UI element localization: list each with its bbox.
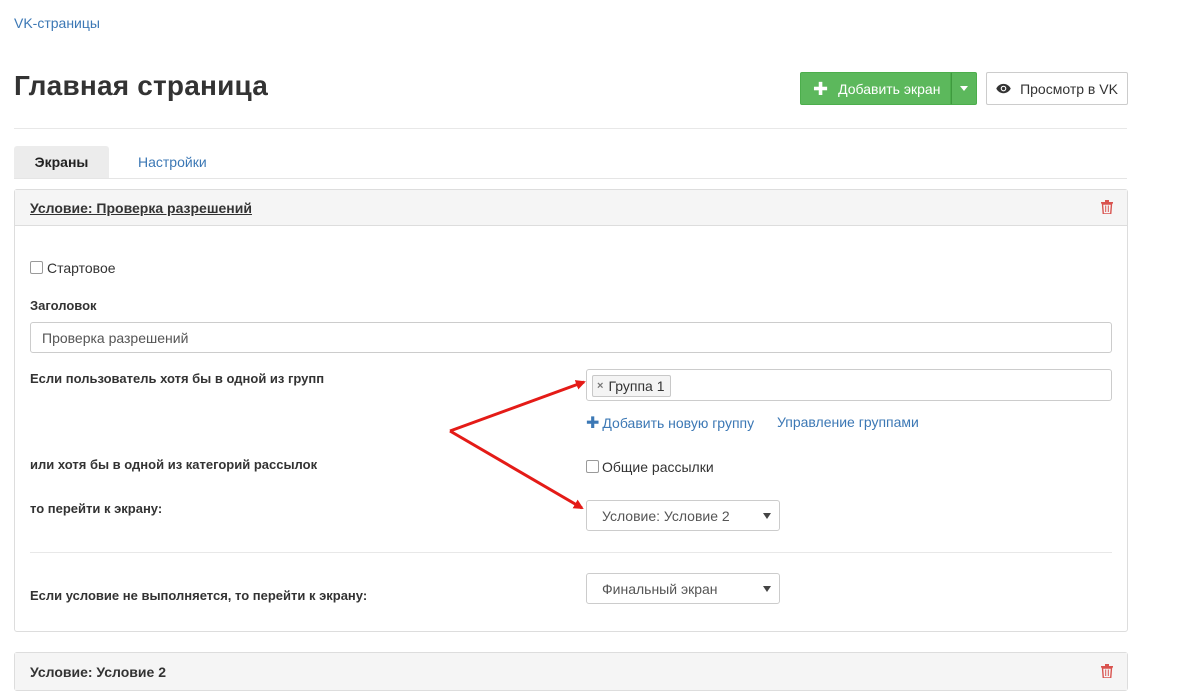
group-tag: × Группа 1 — [592, 375, 671, 397]
trash-icon[interactable] — [1101, 664, 1113, 678]
else-label: Если условие не выполняется, то перейти … — [30, 588, 368, 603]
heading-input-value: Проверка разрешений — [42, 329, 189, 346]
plus-icon: ✚ — [586, 415, 600, 432]
start-checkbox-label: Стартовое — [47, 260, 116, 276]
general-mailings-label: Общие рассылки — [602, 459, 714, 475]
goto-screen-value: Условие: Условие 2 — [602, 507, 730, 524]
tabs: Экраны Настройки — [14, 146, 1127, 179]
add-screen-button-group: ✚ Добавить экран — [800, 72, 978, 105]
add-screen-button[interactable]: ✚ Добавить экран — [800, 72, 952, 105]
breadcrumb-vk-pages[interactable]: VK-страницы — [14, 15, 100, 31]
add-new-group-link[interactable]: ✚ Добавить новую группу — [586, 413, 754, 433]
add-new-group-label: Добавить новую группу — [602, 415, 755, 431]
tab-screens[interactable]: Экраны — [14, 146, 109, 178]
groups-tag-input[interactable]: × Группа 1 — [586, 369, 1112, 401]
condition-panel-permissions: Условие: Проверка разрешений Стартовое З… — [14, 189, 1128, 632]
goto-label: то перейти к экрану: — [30, 501, 163, 516]
panel-header: Условие: Проверка разрешений — [15, 190, 1127, 226]
else-screen-value: Финальный экран — [602, 580, 718, 597]
group-tag-label: Группа 1 — [608, 378, 665, 394]
groups-label: Если пользователь хотя бы в одной из гру… — [30, 371, 325, 386]
remove-tag-icon[interactable]: × — [597, 380, 603, 392]
caret-down-icon — [960, 86, 969, 91]
add-screen-label: Добавить экран — [838, 80, 941, 97]
panel-divider — [30, 552, 1112, 553]
start-checkbox[interactable] — [30, 261, 43, 274]
else-screen-select[interactable]: Финальный экран — [586, 573, 780, 604]
tab-settings[interactable]: Настройки — [138, 146, 207, 178]
add-screen-dropdown-toggle[interactable] — [951, 72, 978, 105]
panel-header: Условие: Условие 2 — [15, 653, 1127, 690]
view-in-vk-button[interactable]: Просмотр в VK — [986, 72, 1128, 105]
trash-icon[interactable] — [1101, 200, 1113, 214]
panel-title[interactable]: Условие: Условие 2 — [30, 664, 166, 680]
view-in-vk-label: Просмотр в VK — [1020, 80, 1118, 97]
heading-input[interactable]: Проверка разрешений — [30, 322, 1112, 353]
general-mailings-checkbox[interactable] — [586, 460, 599, 473]
eye-icon — [996, 83, 1011, 94]
goto-screen-select[interactable]: Условие: Условие 2 — [586, 500, 780, 531]
header-divider — [14, 128, 1127, 129]
condition-panel-2: Условие: Условие 2 — [14, 652, 1128, 691]
categories-label: или хотя бы в одной из категорий рассыло… — [30, 457, 318, 472]
plus-icon: ✚ — [813, 78, 829, 99]
heading-label: Заголовок — [30, 298, 97, 313]
chevron-down-icon — [763, 586, 771, 592]
manage-groups-link[interactable]: Управление группами — [777, 414, 919, 430]
page-title: Главная страница — [14, 70, 269, 101]
panel-title[interactable]: Условие: Проверка разрешений — [30, 200, 252, 216]
chevron-down-icon — [763, 513, 771, 519]
